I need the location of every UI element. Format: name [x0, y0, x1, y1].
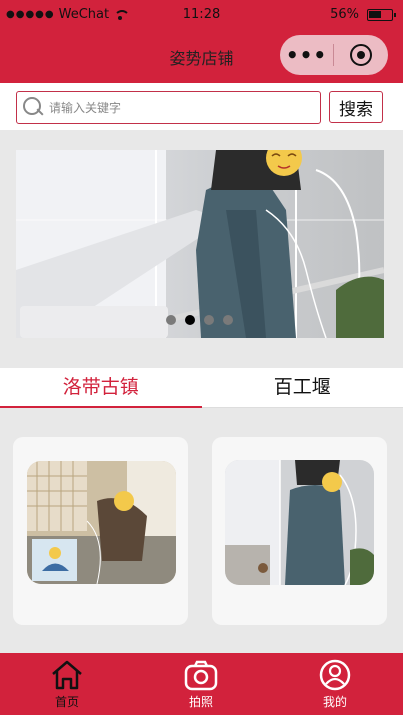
nav-home[interactable]: 首页	[0, 653, 134, 715]
nav-mine[interactable]: 我的	[268, 653, 402, 715]
battery-percent: 56%	[330, 7, 359, 22]
photo-card[interactable]	[13, 437, 188, 625]
mini-program-capsule: •••	[280, 35, 388, 75]
search-button[interactable]: 搜索	[329, 91, 383, 123]
photo-card[interactable]	[212, 437, 387, 625]
tab-luodai-town[interactable]: 洛带古镇	[0, 368, 202, 408]
nav-camera-label: 拍照	[188, 695, 213, 709]
carousel-dot[interactable]	[185, 315, 195, 325]
card-photo	[27, 461, 176, 584]
home-icon	[52, 660, 82, 690]
target-circle-icon	[349, 44, 372, 66]
banner-carousel[interactable]	[16, 150, 384, 338]
search-input[interactable]	[49, 98, 309, 118]
tab-baigongyan[interactable]: 百工堰	[202, 368, 403, 407]
nav-mine-label: 我的	[322, 695, 347, 709]
status-bar: ●●●●● WeChat 11:28 56%	[0, 0, 403, 30]
close-button[interactable]	[334, 44, 387, 66]
nav-camera[interactable]: 拍照	[134, 653, 268, 715]
carousel-dot[interactable]	[166, 315, 176, 325]
top-header: ●●●●● WeChat 11:28 56% 姿势店铺 •••	[0, 0, 403, 83]
camera-icon	[184, 660, 218, 691]
carousel-indicators	[166, 315, 233, 325]
search-icon	[23, 97, 43, 117]
battery-fill	[369, 10, 381, 18]
bottom-nav: 首页 拍照 我的	[0, 653, 403, 715]
card-photo	[225, 460, 374, 585]
nav-home-label: 首页	[54, 695, 79, 709]
search-bar: 搜索	[0, 83, 403, 130]
search-box	[16, 91, 321, 124]
more-dots-icon[interactable]: •••	[280, 43, 333, 67]
banner-photo	[16, 150, 384, 338]
tab-bar: 洛带古镇 百工堰	[0, 368, 403, 408]
carousel-dot[interactable]	[223, 315, 233, 325]
carousel-dot[interactable]	[204, 315, 214, 325]
battery-icon	[367, 8, 396, 21]
user-icon	[319, 659, 351, 691]
